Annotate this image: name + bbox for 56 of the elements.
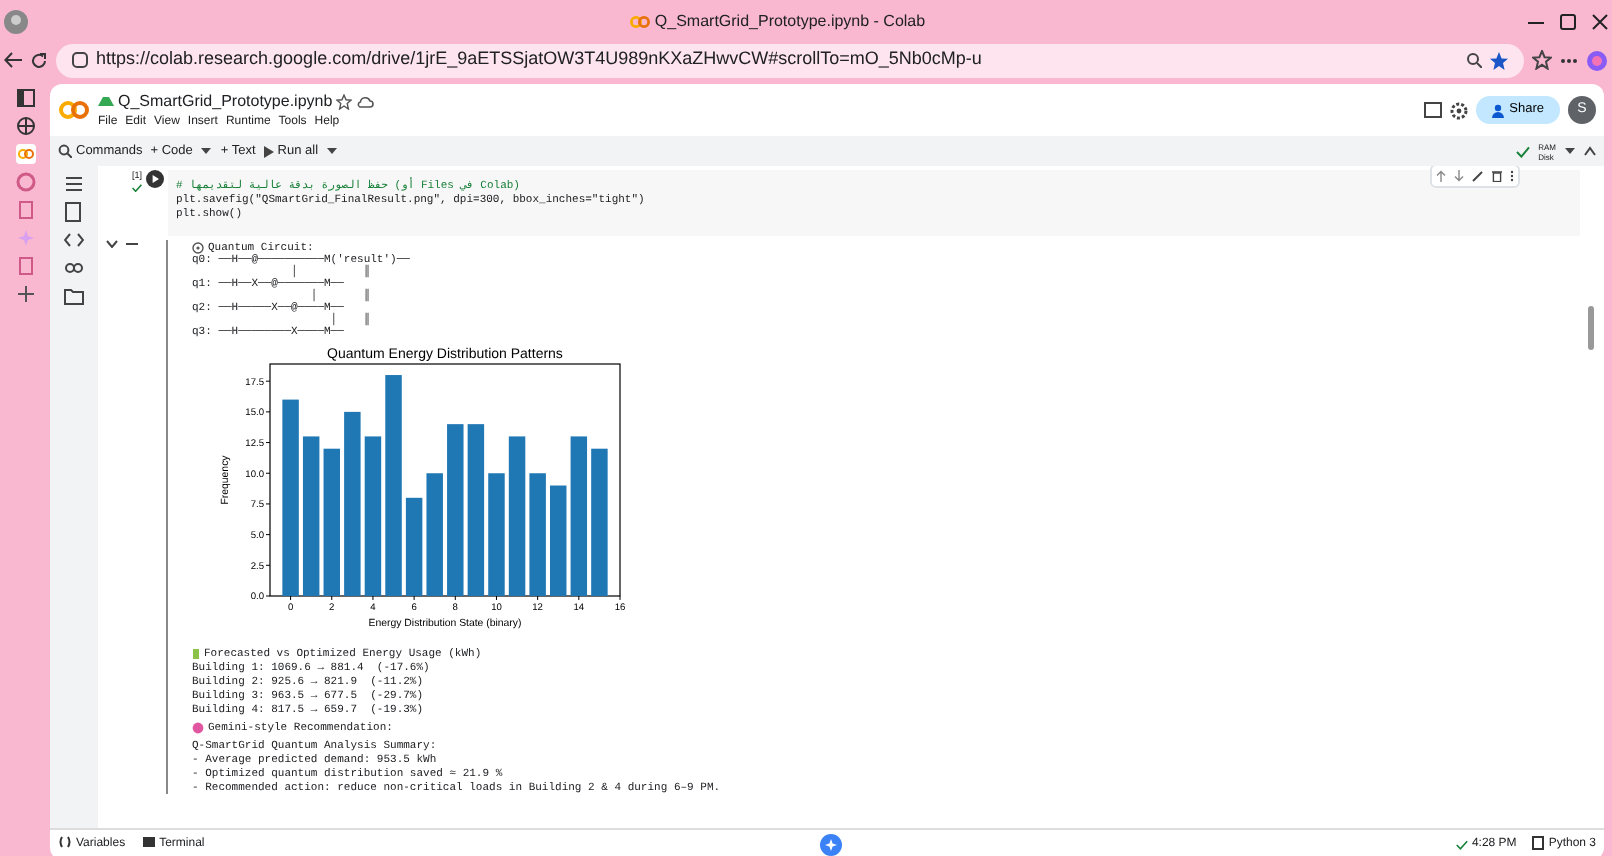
more-icon[interactable] bbox=[1560, 57, 1578, 63]
tabs-icon[interactable] bbox=[15, 88, 35, 108]
settings-icon[interactable] bbox=[1449, 101, 1468, 119]
delete-icon[interactable] bbox=[1492, 170, 1502, 182]
maximize-icon[interactable] bbox=[1560, 14, 1576, 30]
caret-icon[interactable] bbox=[326, 146, 339, 156]
cloud-icon bbox=[356, 95, 375, 107]
code-icon[interactable] bbox=[64, 230, 84, 250]
reload-icon[interactable] bbox=[30, 51, 48, 69]
copilot-icon[interactable] bbox=[1586, 49, 1608, 71]
search-icon bbox=[58, 144, 72, 158]
globe-icon[interactable] bbox=[15, 116, 35, 136]
terminal-icon bbox=[141, 836, 156, 848]
collapse-icon[interactable] bbox=[1584, 146, 1596, 156]
profile-icon bbox=[4, 10, 28, 34]
server-icon bbox=[1532, 836, 1545, 850]
variables-icon bbox=[58, 836, 72, 848]
colab-tab-icon[interactable] bbox=[15, 144, 35, 164]
back-arrow-icon[interactable] bbox=[4, 52, 22, 68]
favorites-icon[interactable] bbox=[1532, 50, 1552, 70]
check-icon bbox=[1455, 840, 1468, 850]
close-icon[interactable] bbox=[1592, 14, 1608, 30]
run-cell-icon[interactable] bbox=[146, 170, 164, 188]
bar bbox=[426, 473, 443, 596]
bar bbox=[529, 473, 546, 596]
folder-icon[interactable] bbox=[64, 286, 84, 306]
collapse-caret-icon[interactable] bbox=[106, 240, 118, 248]
bar bbox=[550, 485, 567, 596]
scrollbar-thumb[interactable] bbox=[1588, 306, 1594, 350]
zoom-icon[interactable] bbox=[1466, 52, 1482, 68]
toc-icon[interactable] bbox=[64, 174, 84, 194]
notebook-title[interactable]: Q_SmartGrid_Prototype.ipynb bbox=[118, 89, 333, 113]
caret-icon[interactable] bbox=[1564, 146, 1576, 156]
play-icon bbox=[263, 145, 274, 157]
colab-logo-icon bbox=[58, 100, 90, 120]
check-icon bbox=[132, 183, 142, 192]
output-menu-icon[interactable] bbox=[126, 240, 138, 248]
check-icon bbox=[1516, 145, 1531, 157]
drive-icon bbox=[98, 94, 114, 108]
bar bbox=[488, 473, 505, 596]
bar bbox=[405, 497, 423, 596]
url-text: https://colab.research.google.com/drive/1jrE_9aETSSjatOW3T4U989nKXaZHwvCW#scrollTo=mO_5Nb0cMp-u bbox=[96, 46, 984, 73]
person-add-icon bbox=[1491, 103, 1506, 117]
gemini-button-icon[interactable] bbox=[819, 834, 842, 856]
edit-icon[interactable] bbox=[1472, 170, 1484, 182]
star-outline-icon[interactable] bbox=[336, 93, 353, 109]
comment-icon[interactable] bbox=[1423, 101, 1442, 119]
star-icon[interactable] bbox=[1490, 51, 1508, 69]
window-title: Q_SmartGrid_Prototype.ipynb - Colab bbox=[654, 10, 926, 34]
address-bar[interactable]: https://colab.research.google.com/drive/1jrE_9aETSSjatOW3T4U989nKXaZHwvCW#scrollTo=mO_5Nb0cMp-u bbox=[56, 43, 1524, 77]
caret-icon[interactable] bbox=[200, 146, 213, 156]
site-info-icon bbox=[72, 52, 88, 68]
arrow-down-icon[interactable] bbox=[1454, 170, 1464, 182]
colab-logo-icon bbox=[630, 16, 651, 28]
arrow-up-icon[interactable] bbox=[1436, 170, 1446, 182]
plus-icon[interactable] bbox=[15, 284, 35, 304]
